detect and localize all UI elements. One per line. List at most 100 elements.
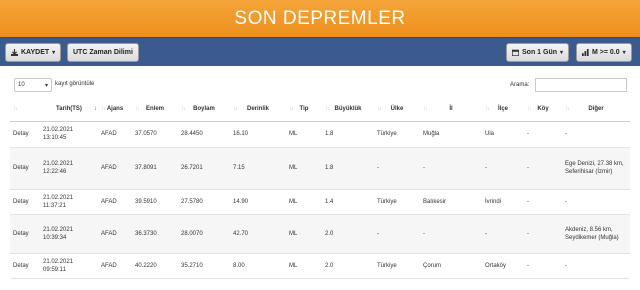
sort-arrows-icon: ↑↓ xyxy=(423,106,428,112)
village-cell: - xyxy=(524,121,562,148)
date-cell: 21.02.2021 12:22:46 xyxy=(40,147,98,190)
sort-arrows-icon: ↑↓ xyxy=(289,106,294,112)
col-header-lat[interactable]: ↑↓ Enlem xyxy=(132,97,178,122)
province-cell: Çorum xyxy=(420,253,482,279)
kaydet-button[interactable]: KAYDET ▾ xyxy=(5,43,62,62)
district-cell: Ula xyxy=(482,121,524,148)
province-cell: Muğla xyxy=(420,121,482,148)
sort-arrows-icon: ↑↓ xyxy=(325,106,330,112)
period-label: Son 1 Gün xyxy=(522,49,557,56)
col-header-link[interactable]: ↑↓ xyxy=(10,97,40,122)
magnitude-cell: 2.0 xyxy=(322,214,374,254)
depth-cell: 16.10 xyxy=(230,121,286,148)
kaydet-label: KAYDET xyxy=(21,49,50,56)
col-header-district[interactable]: ↑↓ İlçe xyxy=(482,97,524,122)
col-header-type[interactable]: ↑↓ Tip xyxy=(286,97,322,122)
date-cell: 21.02.2021 13:10:45 xyxy=(40,121,98,148)
lat-cell: 37.0570 xyxy=(132,121,178,148)
col-header-magnitude[interactable]: ↑↓ Büyüklük xyxy=(322,97,374,122)
other-cell: - xyxy=(562,189,630,215)
table-row: Detay 21.02.2021 09:59:11 AFAD 40.2220 35… xyxy=(10,253,630,279)
date-cell: 21.02.2021 10:39:34 xyxy=(40,214,98,254)
country-cell: - xyxy=(374,147,420,190)
detail-link[interactable]: Detay xyxy=(10,121,40,148)
magnitude-button[interactable]: M >= 0.0 ▾ xyxy=(576,43,632,62)
date-cell: 21.02.2021 09:59:11 xyxy=(40,253,98,279)
magnitude-cell: 2.0 xyxy=(322,253,374,279)
lon-cell: 28.0070 xyxy=(178,214,230,254)
district-cell: Ortaköy xyxy=(482,253,524,279)
agency-cell: AFAD xyxy=(98,147,132,190)
country-cell: - xyxy=(374,214,420,254)
village-cell: - xyxy=(524,253,562,279)
village-cell: - xyxy=(524,189,562,215)
lat-cell: 39.5910 xyxy=(132,189,178,215)
date-cell: 21.02.2021 11:37:21 xyxy=(40,189,98,215)
detail-link[interactable]: Detay xyxy=(10,253,40,279)
chevron-down-icon: ▾ xyxy=(622,50,626,56)
lon-cell: 26.7201 xyxy=(178,147,230,190)
province-cell: Balıkesir xyxy=(420,189,482,215)
agency-cell: AFAD xyxy=(98,214,132,254)
country-cell: Türkiye xyxy=(374,121,420,148)
other-cell: Akdeniz, 8.56 km, Seydikemer (Muğla) xyxy=(562,214,630,254)
sort-arrows-icon: ↑↓ xyxy=(527,106,532,112)
depth-cell: 7.15 xyxy=(230,147,286,190)
toolbar: KAYDET ▾ UTC Zaman Dilimi Son 1 Gün ▾ M … xyxy=(0,37,640,66)
district-cell: İvrindi xyxy=(482,189,524,215)
col-header-agency[interactable]: ↑↓ Ajans xyxy=(98,97,132,122)
other-cell: - xyxy=(562,253,630,279)
sort-arrows-icon: ↑↓ xyxy=(377,106,382,112)
detail-link[interactable]: Detay xyxy=(10,214,40,254)
utc-label: UTC Zaman Dilimi xyxy=(73,49,133,56)
agency-cell: AFAD xyxy=(98,189,132,215)
col-header-lon[interactable]: ↑↓ Boylam xyxy=(178,97,230,122)
country-cell: Türkiye xyxy=(374,189,420,215)
magnitude-label: M >= 0.0 xyxy=(592,49,620,56)
search-input[interactable] xyxy=(535,78,627,92)
sort-arrows-icon: ↑↓ xyxy=(135,106,140,112)
table-row: Detay 21.02.2021 13:10:45 AFAD 37.0570 28… xyxy=(10,121,630,148)
sort-arrows-icon: ↑↓ xyxy=(101,106,106,112)
detail-link[interactable]: Detay xyxy=(10,189,40,215)
type-cell: ML xyxy=(286,253,322,279)
chevron-down-icon: ▾ xyxy=(560,50,564,56)
period-button[interactable]: Son 1 Gün ▾ xyxy=(506,43,570,62)
lon-cell: 27.5780 xyxy=(178,189,230,215)
province-cell: - xyxy=(420,214,482,254)
sort-arrows-icon: ↑↓ xyxy=(565,106,570,112)
col-header-date[interactable]: Tarih(TS) ↓ xyxy=(40,97,98,122)
sort-arrows-icon: ↑↓ xyxy=(13,106,18,112)
village-cell: - xyxy=(524,214,562,254)
col-header-village[interactable]: ↑↓ Köy xyxy=(524,97,562,122)
bar-chart-icon xyxy=(582,49,589,56)
detail-link[interactable]: Detay xyxy=(10,147,40,190)
table-row: Detay 21.02.2021 11:37:21 AFAD 39.5910 27… xyxy=(10,189,630,215)
lat-cell: 37.8091 xyxy=(132,147,178,190)
sort-arrows-icon: ↑↓ xyxy=(181,106,186,112)
col-header-country[interactable]: ↑↓ Ülke xyxy=(374,97,420,122)
chevron-down-icon: ▾ xyxy=(52,50,56,56)
col-header-province[interactable]: ↑↓ İl xyxy=(420,97,482,122)
table-header-row: ↑↓ Tarih(TS) ↓ ↑↓ Ajans ↑↓ Enlem ↑↓ Boylam ↑… xyxy=(10,97,630,122)
page-banner: SON DEPREMLER xyxy=(0,0,640,37)
depth-cell: 8.00 xyxy=(230,253,286,279)
page-length-select[interactable]: 10 ▾ xyxy=(14,78,52,92)
other-cell: - xyxy=(562,121,630,148)
utc-button[interactable]: UTC Zaman Dilimi xyxy=(67,43,139,62)
lat-cell: 40.2220 xyxy=(132,253,178,279)
magnitude-cell: 1.8 xyxy=(322,121,374,148)
type-cell: ML xyxy=(286,121,322,148)
col-header-other[interactable]: ↑↓ Diğer xyxy=(562,97,630,122)
sort-arrows-icon: ↑↓ xyxy=(485,106,490,112)
search-label: Arama: xyxy=(510,82,530,88)
chevron-down-icon: ▾ xyxy=(44,82,48,89)
col-header-depth[interactable]: ↑↓ Derinlik xyxy=(230,97,286,122)
agency-cell: AFAD xyxy=(98,253,132,279)
table-controls: 10 ▾ kayıt görüntüle Arama: xyxy=(0,66,640,96)
type-cell: ML xyxy=(286,214,322,254)
page-title: SON DEPREMLER xyxy=(234,7,406,29)
district-cell: - xyxy=(482,214,524,254)
page-length-value: 10 xyxy=(18,82,25,88)
type-cell: ML xyxy=(286,147,322,190)
